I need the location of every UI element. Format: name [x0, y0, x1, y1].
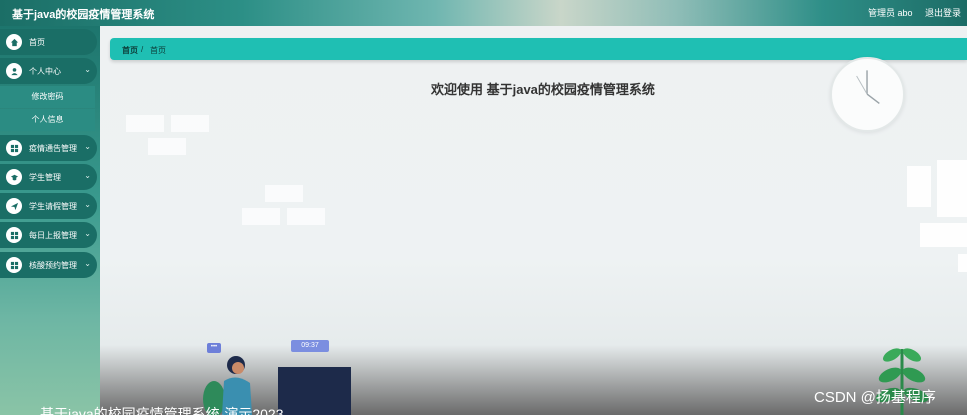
current-user-label: 管理员 abo — [868, 8, 913, 18]
chevron-down-icon: ⌄ — [84, 65, 91, 74]
sidebar-item-epidemic-notice[interactable]: 疫情通告管理 ⌄ — [0, 135, 97, 161]
home-icon — [6, 34, 22, 50]
decor-block — [148, 138, 186, 155]
chevron-down-icon: ⌄ — [84, 200, 91, 209]
send-icon — [6, 198, 22, 214]
sidebar-item-label: 个人中心 — [29, 67, 61, 76]
decor-block — [937, 160, 967, 217]
decor-block — [287, 208, 325, 225]
chevron-down-icon: ⌄ — [84, 171, 91, 180]
app-title: 基于java的校园疫情管理系统 — [12, 9, 155, 21]
sidebar-item-student-leave[interactable]: 学生请假管理 ⌄ — [0, 193, 97, 219]
sidebar-subitem-change-password[interactable]: 修改密码 — [0, 86, 95, 108]
welcome-heading: 欢迎使用 基于java的校园疫情管理系统 — [431, 82, 655, 97]
sidebar-item-personal-center[interactable]: 个人中心 ⌄ — [0, 58, 97, 84]
decor-block — [126, 115, 164, 132]
sidebar-item-daily-report[interactable]: 每日上报管理 ⌄ — [0, 222, 97, 248]
monitor-illustration — [278, 367, 351, 415]
sidebar-item-home[interactable]: 首页 — [0, 29, 97, 55]
user-icon — [6, 63, 22, 79]
breadcrumb-separator: / — [141, 45, 144, 54]
clock-time-badge: 09:37 — [291, 340, 329, 352]
sidebar-item-label: 学生请假管理 — [29, 202, 77, 211]
sidebar-item-label: 疫情通告管理 — [29, 144, 77, 153]
decor-block — [242, 208, 280, 225]
csdn-watermark: CSDN @扬基程序 — [814, 389, 936, 406]
breadcrumb-current: 首页 — [150, 46, 166, 55]
sidebar-item-label: 首页 — [29, 38, 45, 47]
logout-link[interactable]: 退出登录 — [925, 6, 961, 19]
sidebar: 首页 个人中心 ⌄ 修改密码 个人信息 疫情通告管理 ⌄ 学生管理 ⌄ 学生请假… — [0, 26, 100, 415]
grid-icon — [6, 227, 22, 243]
sidebar-item-label: 学生管理 — [29, 173, 61, 182]
chevron-down-icon: ⌄ — [84, 142, 91, 151]
clock-illustration — [830, 57, 905, 132]
student-icon — [6, 169, 22, 185]
top-bar: 基于java的校园疫情管理系统 管理员 abo 退出登录 — [0, 0, 967, 26]
sidebar-item-label: 每日上报管理 — [29, 231, 77, 240]
decor-block — [958, 254, 967, 272]
breadcrumb-home-link[interactable]: 首页 — [122, 45, 138, 56]
grid-icon — [6, 140, 22, 156]
decor-block — [907, 166, 931, 207]
sidebar-item-label: 核酸预约管理 — [29, 261, 77, 270]
decor-block — [920, 223, 967, 247]
video-caption-overlay: 基于java的校园疫情管理系统-演示2023 — [40, 406, 284, 415]
main-content: 首页 / 首页 欢迎使用 基于java的校园疫情管理系统 ••• 09:37 — [100, 26, 967, 415]
chevron-down-icon: ⌄ — [84, 229, 91, 238]
sidebar-item-student[interactable]: 学生管理 ⌄ — [0, 164, 97, 190]
chevron-down-icon: ⌄ — [84, 259, 91, 268]
sidebar-subitem-personal-info[interactable]: 个人信息 — [0, 109, 95, 131]
sidebar-item-nucleic-booking[interactable]: 核酸预约管理 ⌄ — [0, 252, 97, 278]
decor-block — [265, 185, 303, 202]
decor-block — [171, 115, 209, 132]
breadcrumb: 首页 / 首页 — [110, 38, 967, 60]
time-label: 09:37 — [301, 342, 319, 349]
grid-icon — [6, 257, 22, 273]
